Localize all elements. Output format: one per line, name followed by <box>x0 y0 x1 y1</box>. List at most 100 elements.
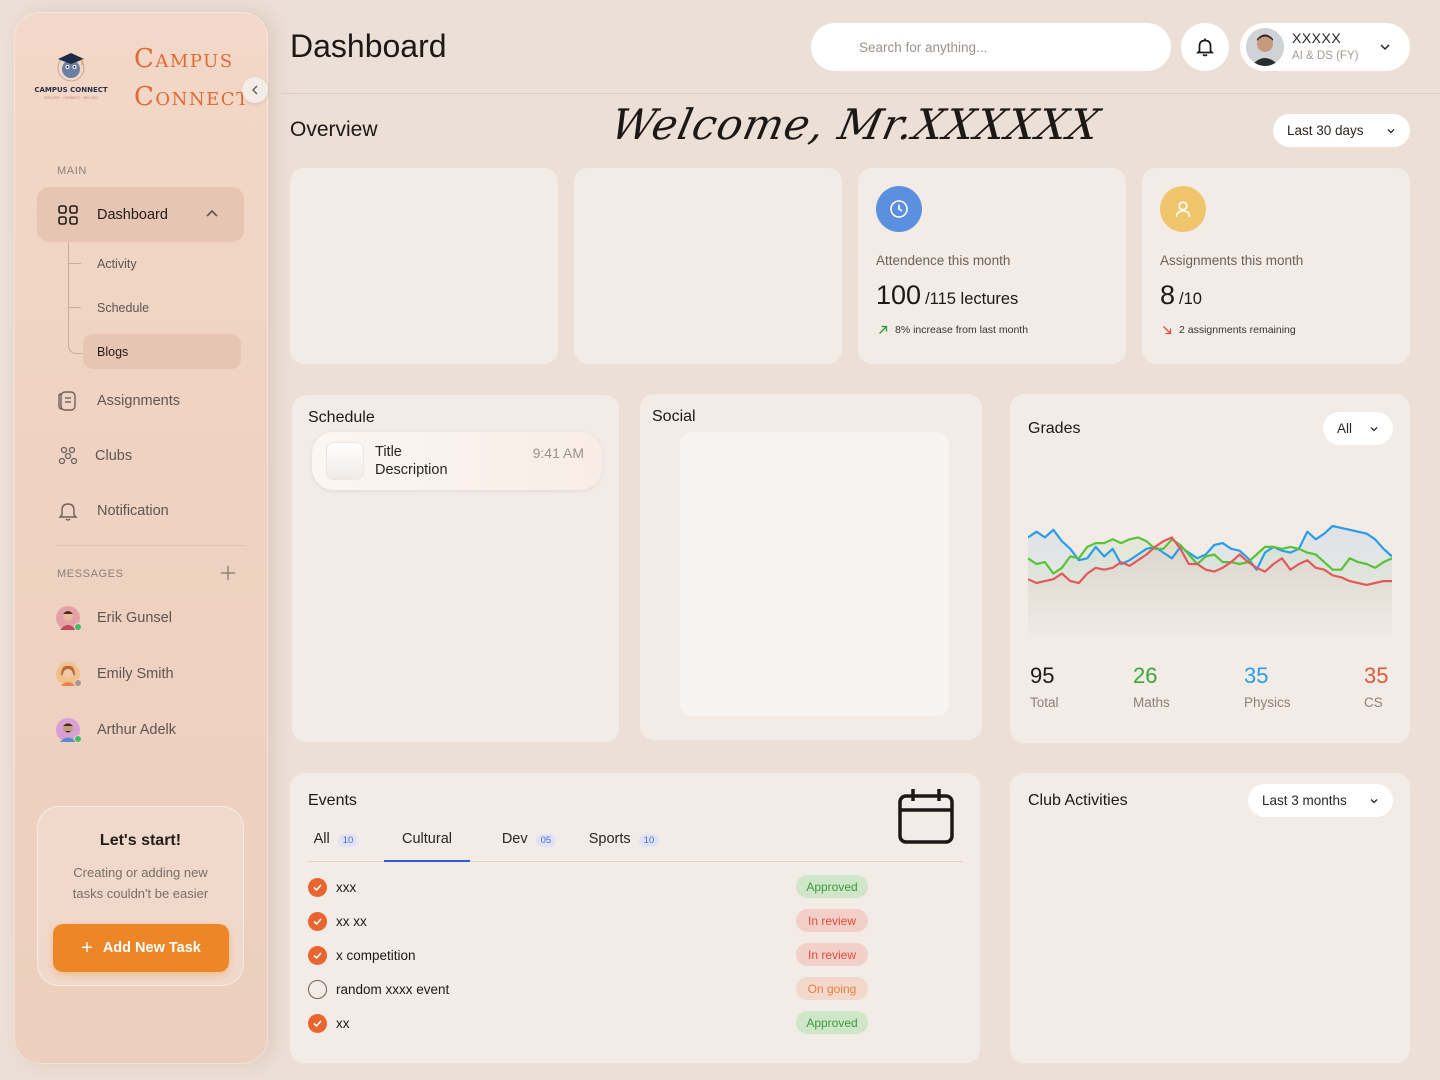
nav-notification[interactable]: Notification <box>56 496 169 526</box>
event-row: xx Approved <box>308 1011 868 1034</box>
checked-checkbox[interactable] <box>308 912 327 931</box>
people-icon <box>56 444 80 468</box>
online-status-dot <box>74 735 82 743</box>
subnav-activity[interactable]: Activity <box>97 257 137 271</box>
schedule-item-description: Description <box>375 462 448 478</box>
subnav-schedule[interactable]: Schedule <box>97 301 149 315</box>
grade-cs-label: CS <box>1364 695 1383 710</box>
contact-name: Arthur Adelk <box>97 722 176 738</box>
grade-cs-value: 35 <box>1364 663 1389 688</box>
assignments-total: /10 <box>1179 290 1202 308</box>
add-new-task-label: Add New Task <box>102 940 201 956</box>
grade-total-label: Total <box>1030 695 1059 710</box>
grade-maths-label: Maths <box>1133 695 1170 710</box>
notifications-button[interactable] <box>1181 23 1229 71</box>
chevron-down-icon <box>1370 427 1378 432</box>
grades-filter-select[interactable]: All <box>1323 412 1393 445</box>
svg-text:CAMPUS CONNECT: CAMPUS CONNECT <box>34 86 108 94</box>
checked-checkbox[interactable] <box>308 946 327 965</box>
avatar <box>56 718 82 743</box>
subnav-tree-tick <box>69 263 81 264</box>
tab-sports[interactable]: Sports 10 <box>584 831 664 862</box>
grade-physics-label: Physics <box>1244 695 1291 710</box>
nav-dashboard-label: Dashboard <box>97 207 168 223</box>
event-name: xx <box>336 1016 350 1031</box>
message-contact-erik[interactable]: Erik Gunsel <box>56 606 172 631</box>
user-menu[interactable]: XXXXX AI & DS (FY) <box>1240 23 1410 71</box>
nav-dashboard[interactable]: Dashboard <box>56 200 168 230</box>
attendance-total: /115 lectures <box>925 290 1019 308</box>
grades-card: Grades All 95 Total 26 Maths 35 Physics … <box>1010 394 1410 743</box>
graduation-cap-logo-icon: CAMPUS CONNECT EXPLORE · CONNECT · BELON… <box>34 53 108 100</box>
grade-physics-value: 35 <box>1244 663 1269 688</box>
assignments-value: 8/10 <box>1160 280 1202 311</box>
user-name: XXXXX <box>1292 30 1342 46</box>
tab-dev[interactable]: Dev 05 <box>494 831 564 862</box>
message-contact-emily[interactable]: Emily Smith <box>56 662 174 687</box>
brand-name: Campus Connect <box>134 40 250 116</box>
overview-range-value: Last 30 days <box>1287 123 1364 138</box>
assignments-card: Assignments this month 8/10 2 assignment… <box>1142 168 1410 364</box>
start-card-description: Creating or adding new tasks couldn't be… <box>72 865 209 901</box>
schedule-item[interactable]: Title Description 9:41 AM <box>312 432 602 490</box>
collapse-sidebar-button[interactable] <box>242 77 268 103</box>
schedule-title: Schedule <box>308 409 375 426</box>
campus-connect-logo[interactable]: CAMPUS CONNECT EXPLORE · CONNECT · BELON… <box>28 30 260 116</box>
attendance-trend-text: 8% increase from last month <box>895 324 1029 336</box>
chevron-down-icon <box>1370 799 1378 804</box>
attendance-value: 100/115 lectures <box>876 280 1018 311</box>
event-row: x competition In review <box>308 943 868 966</box>
checked-checkbox[interactable] <box>308 1014 327 1033</box>
nav-assignments-label: Assignments <box>97 393 181 409</box>
tab-cultural[interactable]: Cultural <box>384 831 470 862</box>
add-new-task-button[interactable]: + Add New Task <box>53 924 229 972</box>
search-input[interactable] <box>811 23 1171 71</box>
message-contact-arthur[interactable]: Arthur Adelk <box>56 718 176 743</box>
grades-filter-value: All <box>1337 421 1353 436</box>
add-message-plus-icon[interactable] <box>219 564 237 582</box>
online-status-dot <box>74 623 82 631</box>
overview-range-select[interactable]: Last 30 days <box>1273 114 1410 147</box>
tab-cultural-label: Cultural <box>402 831 452 847</box>
sidebar-divider <box>56 545 246 546</box>
overview-card-empty-2 <box>574 168 842 364</box>
nav-assignments[interactable]: Assignments <box>56 386 180 416</box>
event-status-badge: Approved <box>796 875 868 898</box>
lets-start-card: Let's start! Creating or adding new task… <box>37 806 244 986</box>
subnav-blogs[interactable]: Blogs <box>97 345 128 359</box>
grade-physics: 35 Physics <box>1244 663 1291 710</box>
social-title: Social <box>652 408 696 425</box>
unchecked-checkbox[interactable] <box>308 980 327 999</box>
nav-clubs-label: Clubs <box>95 448 133 464</box>
chevron-up-icon[interactable] <box>204 206 220 222</box>
grade-cs: 35 CS <box>1364 663 1388 710</box>
user-role: AI & DS (FY) <box>1292 50 1359 62</box>
assignments-count: 8 <box>1160 280 1176 310</box>
club-range-select[interactable]: Last 3 months <box>1248 784 1393 817</box>
schedule-item-time: 9:41 AM <box>532 445 584 461</box>
brand-line1: Campus <box>134 44 234 74</box>
trend-up-arrow-icon <box>879 325 888 334</box>
nav-clubs[interactable]: Clubs <box>56 441 132 471</box>
main-section-label: MAIN <box>57 165 87 177</box>
avatar <box>56 662 82 687</box>
bell-icon <box>1195 38 1215 57</box>
attendance-trend: 8% increase from last month <box>878 324 1028 336</box>
check-icon <box>313 952 322 960</box>
schedule-item-title: Title <box>375 444 402 460</box>
overview-heading: Overview <box>290 118 378 141</box>
tab-all[interactable]: All 10 <box>308 831 364 862</box>
event-row: random xxxx event On going <box>308 977 868 1000</box>
schedule-item-thumbnail <box>326 442 364 480</box>
user-icon <box>1160 186 1206 232</box>
tab-dev-count: 05 <box>535 834 557 847</box>
check-icon <box>313 918 322 926</box>
sidebar: CAMPUS CONNECT EXPLORE · CONNECT · BELON… <box>14 12 268 1064</box>
document-icon <box>56 389 80 413</box>
brand-line2: Connect <box>134 82 250 112</box>
grid-icon <box>56 203 80 227</box>
social-card: Social <box>640 394 982 740</box>
contact-name: Erik Gunsel <box>97 610 172 626</box>
event-name: x competition <box>336 948 416 963</box>
checked-checkbox[interactable] <box>308 878 327 897</box>
